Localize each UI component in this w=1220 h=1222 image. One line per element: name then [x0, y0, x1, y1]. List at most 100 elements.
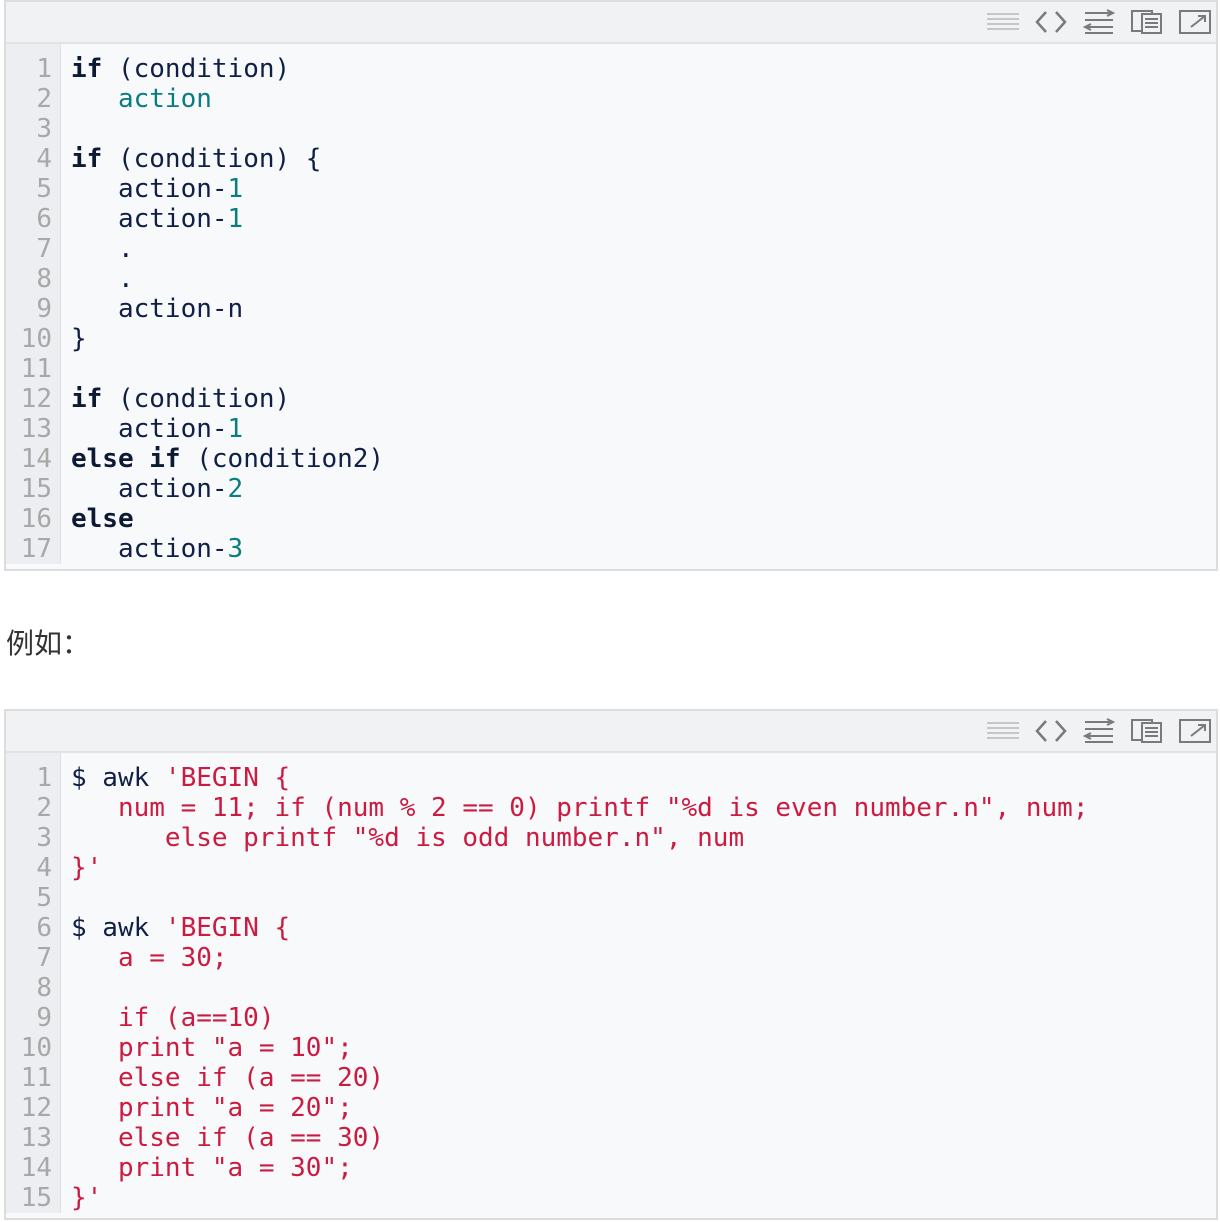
- view-source-icon[interactable]: [986, 8, 1020, 36]
- code-text: .: [71, 234, 134, 264]
- line-number: 10: [20, 1033, 52, 1063]
- code-line: 3: [6, 114, 1216, 144]
- line-number: 16: [20, 504, 52, 534]
- line-number: 5: [36, 174, 52, 204]
- code-toolbar: [6, 711, 1216, 753]
- code-token: if (a==10): [71, 1003, 275, 1033]
- code-text: else: [71, 504, 134, 534]
- code-token: print "a = 10";: [71, 1033, 353, 1063]
- wrap-lines-icon[interactable]: [1082, 717, 1116, 745]
- code-line: 9 action-n: [6, 294, 1216, 324]
- code-text: $ awk 'BEGIN {: [71, 763, 290, 793]
- code-token: else if (a == 30): [71, 1123, 385, 1153]
- code-text: action-n: [71, 294, 243, 324]
- line-number: 14: [20, 444, 52, 474]
- code-line: 1 if (condition): [6, 54, 1216, 84]
- code-text: num = 11; if (num % 2 == 0) printf "%d i…: [71, 793, 1089, 823]
- code-line: 11: [6, 354, 1216, 384]
- line-number: 1: [36, 763, 52, 793]
- copy-icon[interactable]: [1130, 8, 1164, 36]
- wrap-lines-icon[interactable]: [1082, 8, 1116, 36]
- code-token: 3: [227, 534, 244, 564]
- line-number: 7: [36, 234, 52, 264]
- line-number: 10: [20, 324, 52, 354]
- code-block-example: 1 $ awk 'BEGIN {2 num = 11; if (num % 2 =…: [4, 709, 1218, 1220]
- code-icon[interactable]: [1034, 8, 1068, 36]
- line-number: 12: [20, 1093, 52, 1123]
- code-text: else if (a == 30): [71, 1123, 384, 1153]
- popout-icon[interactable]: [1178, 717, 1212, 745]
- code-line: 10}: [6, 324, 1216, 354]
- code-text: }': [71, 1183, 102, 1213]
- code-text: .: [71, 264, 134, 294]
- code-line: 7 a = 30;: [6, 943, 1216, 973]
- code-line: 15}': [6, 1183, 1216, 1213]
- code-text: else printf "%d is odd number.n", num: [71, 823, 744, 853]
- line-number: 15: [20, 474, 52, 504]
- code-text: print "a = 20";: [71, 1093, 353, 1123]
- code-line: 9 if (a==10): [6, 1003, 1216, 1033]
- code-text: else if (a == 20): [71, 1063, 384, 1093]
- line-number: 2: [36, 793, 52, 823]
- code-line: 17 action-3: [6, 534, 1216, 564]
- code-token: action-: [71, 414, 228, 444]
- popout-icon[interactable]: [1178, 8, 1212, 36]
- code-token: action-: [71, 534, 228, 564]
- line-number: 13: [20, 1123, 52, 1153]
- code-token: else: [71, 444, 134, 474]
- code-token: action: [117, 84, 212, 114]
- code-area[interactable]: 1 $ awk 'BEGIN {2 num = 11; if (num % 2 =…: [6, 753, 1216, 1213]
- code-icon[interactable]: [1034, 717, 1068, 745]
- line-number: 8: [36, 973, 52, 1003]
- code-token: action-: [71, 474, 228, 504]
- code-token: 'BEGIN {: [164, 913, 291, 943]
- code-line: 2 action: [6, 84, 1216, 114]
- code-token: a = 30;: [71, 943, 228, 973]
- code-token: $ awk: [71, 763, 165, 793]
- code-token: num = 11; if (num % 2 == 0) printf "%d i…: [71, 793, 1089, 823]
- code-token: 1: [227, 204, 244, 234]
- code-line: 8 .: [6, 264, 1216, 294]
- code-line: 13 action-1: [6, 414, 1216, 444]
- code-line: 16 else: [6, 504, 1216, 534]
- code-token: else if (a == 20): [71, 1063, 385, 1093]
- code-text: $ awk 'BEGIN {: [71, 913, 290, 943]
- code-token: .: [71, 264, 134, 294]
- line-number: 4: [36, 853, 52, 883]
- code-token: .: [71, 234, 134, 264]
- line-number: 3: [36, 823, 52, 853]
- code-token: print "a = 20";: [71, 1093, 353, 1123]
- view-source-icon[interactable]: [986, 717, 1020, 745]
- code-line: 2 num = 11; if (num % 2 == 0) printf "%d…: [6, 793, 1216, 823]
- code-text: action-2: [71, 474, 243, 504]
- code-line: 13 else if (a == 30): [6, 1123, 1216, 1153]
- code-token: print "a = 30";: [71, 1153, 353, 1183]
- line-number: 9: [36, 1003, 52, 1033]
- code-line: 8: [6, 973, 1216, 1003]
- code-area[interactable]: 1 if (condition) 2 action 3 4 if (condition) …: [6, 44, 1216, 564]
- code-token: 1: [227, 414, 244, 444]
- line-number: 8: [36, 264, 52, 294]
- code-line: 10 print "a = 10";: [6, 1033, 1216, 1063]
- code-token: (condition): [102, 54, 291, 84]
- line-number: 13: [20, 414, 52, 444]
- code-token: else: [71, 504, 134, 534]
- line-number: 12: [20, 384, 52, 414]
- copy-icon[interactable]: [1130, 717, 1164, 745]
- code-token: (condition) {: [102, 144, 322, 174]
- code-line: 11 else if (a == 20): [6, 1063, 1216, 1093]
- code-block-syntax: 1 if (condition) 2 action 3 4 if (condition) …: [4, 0, 1218, 571]
- code-line: 6 $ awk 'BEGIN {: [6, 913, 1216, 943]
- line-number: 7: [36, 943, 52, 973]
- code-line: 15 action-2: [6, 474, 1216, 504]
- code-token: (condition): [102, 384, 291, 414]
- code-token: if: [71, 144, 103, 174]
- code-token: }': [71, 853, 103, 883]
- code-token: action-: [71, 204, 228, 234]
- code-line: 5 action-1: [6, 174, 1216, 204]
- code-line: 3 else printf "%d is odd number.n", num: [6, 823, 1216, 853]
- code-line: 4 }': [6, 853, 1216, 883]
- code-text: if (condition): [71, 384, 290, 414]
- code-text: action-1: [71, 414, 243, 444]
